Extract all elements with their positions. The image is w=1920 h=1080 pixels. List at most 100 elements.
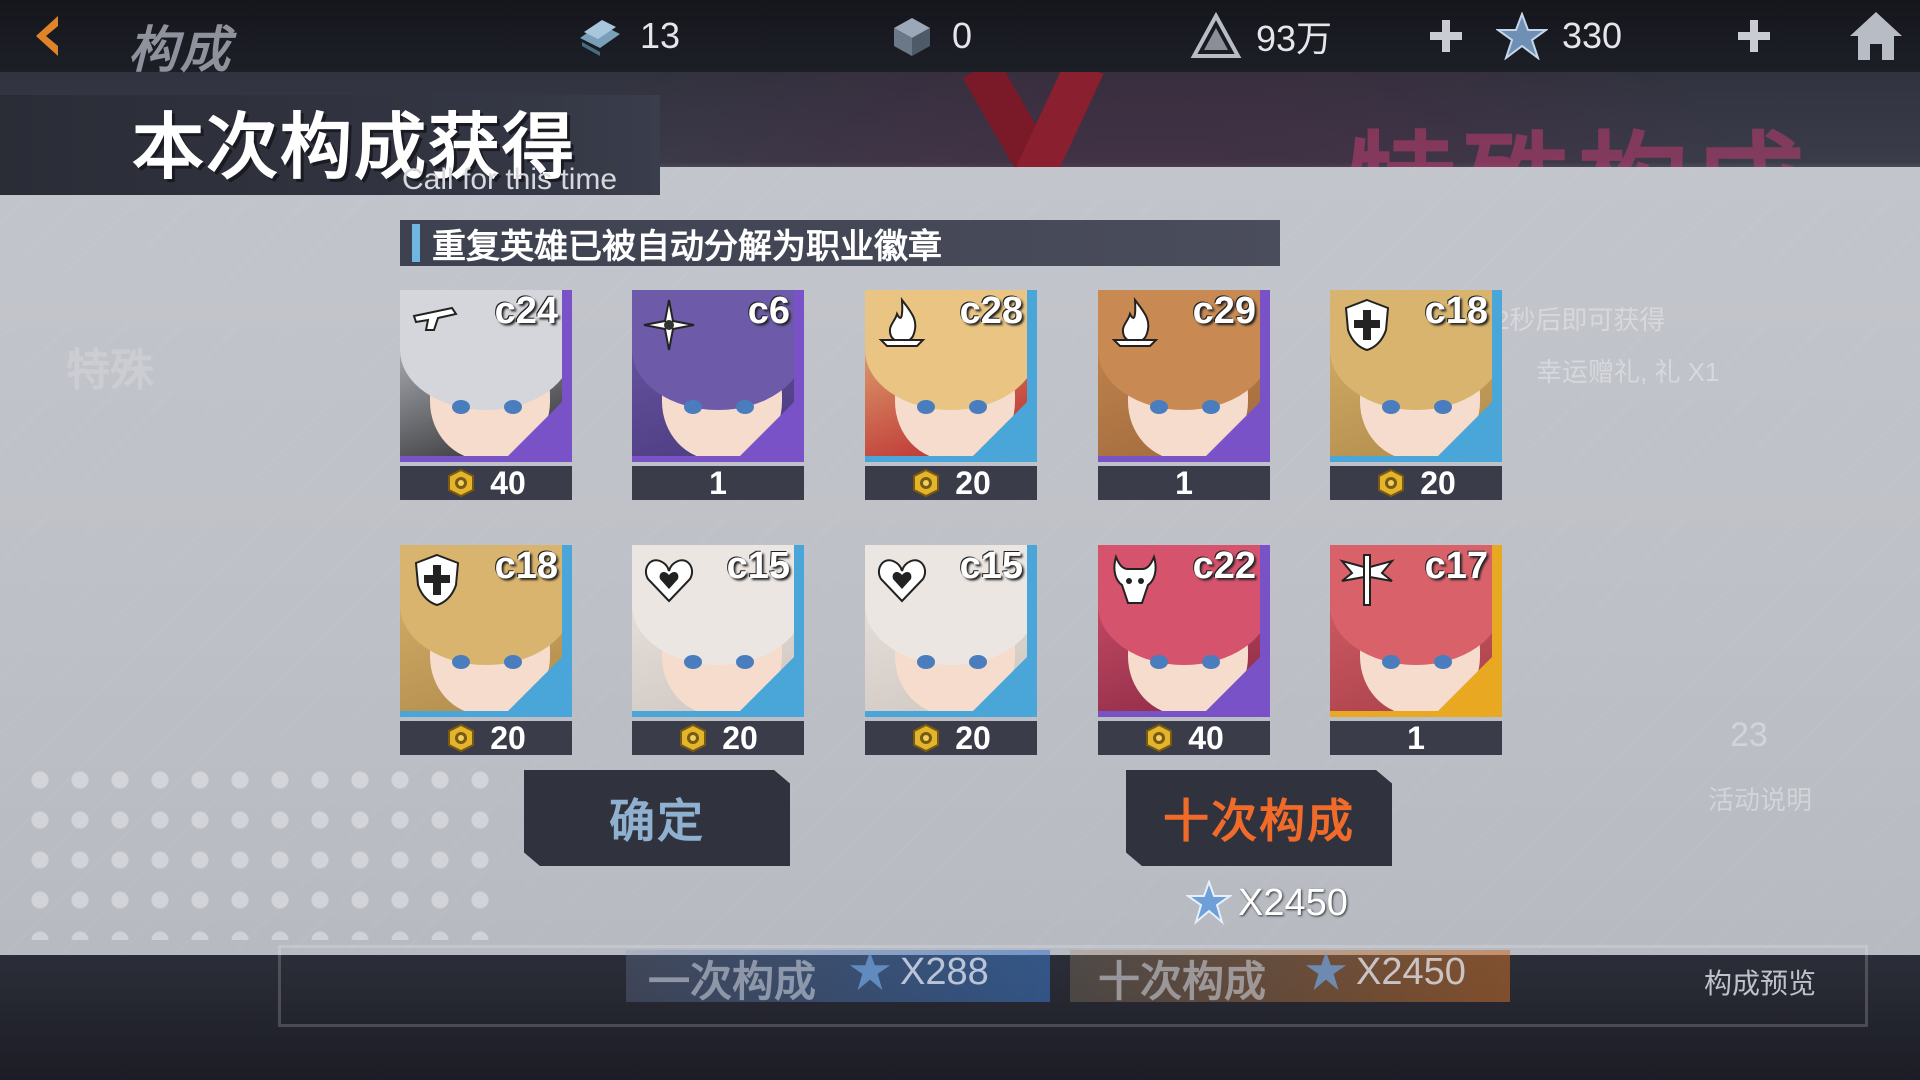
activity-info-ghost: 活动说明	[1708, 785, 1813, 815]
hero-reward-amount: 40	[490, 464, 526, 501]
add-gold-button[interactable]	[1422, 12, 1470, 60]
demon-icon	[1106, 551, 1164, 609]
heart-icon	[873, 551, 931, 609]
resource-value: 13	[640, 15, 681, 56]
hero-code: c15	[959, 545, 1023, 587]
card-stack-icon	[580, 20, 620, 56]
star-crystal-icon	[1496, 12, 1548, 60]
resource-value: 330	[1562, 15, 1623, 56]
ten-call-tab-label: 十次构成	[1098, 958, 1267, 1005]
hero-eye	[1382, 655, 1400, 669]
ten-call-tab-cost-value: X2450	[1356, 950, 1466, 993]
hero-reward-amount: 20	[1420, 464, 1456, 501]
hero-code: c22	[1192, 545, 1256, 587]
ten-call-tab-cost: X2450	[1304, 950, 1466, 994]
hero-reward-amount: 20	[955, 719, 991, 756]
ten-call-cost: X2450	[1186, 880, 1348, 926]
frame-corner	[734, 392, 794, 456]
hero-reward: 1	[632, 465, 804, 501]
gunner-icon	[408, 296, 466, 354]
back-arrow-icon	[36, 16, 58, 56]
plus-icon	[1738, 20, 1770, 52]
hero-card[interactable]: c17 1	[1330, 545, 1502, 757]
page-title: 构成	[128, 22, 232, 78]
star-crystal-icon	[1186, 880, 1232, 925]
frame-corner	[1432, 392, 1492, 456]
notice-text: 重复英雄已被自动分解为职业徽章	[432, 227, 942, 266]
sword-wing-icon	[1338, 551, 1396, 609]
frame-corner	[1200, 392, 1260, 456]
class-badge-icon	[1144, 723, 1174, 753]
hero-reward-amount: 1	[1407, 719, 1425, 756]
single-call-cost-value: X288	[900, 950, 989, 993]
plus-icon	[1430, 20, 1462, 52]
notice-bar: 重复英雄已被自动分解为职业徽章	[400, 220, 1280, 266]
hero-reward-amount: 40	[1188, 719, 1224, 756]
hero-card[interactable]: c18 20	[1330, 290, 1502, 502]
result-subtitle: Call for this time	[402, 163, 618, 196]
hero-eye	[452, 655, 470, 669]
class-badge-icon	[446, 723, 476, 753]
hero-reward-amount: 1	[1175, 464, 1193, 501]
hero-code: c18	[494, 545, 558, 587]
class-badge-icon	[911, 723, 941, 753]
flame-icon	[1106, 296, 1164, 354]
class-badge-icon	[1376, 468, 1406, 498]
hero-eye	[452, 400, 470, 414]
frame-corner	[734, 647, 794, 711]
class-badge-icon	[911, 468, 941, 498]
hero-code: c29	[1192, 290, 1256, 332]
hero-card[interactable]: c28 20	[865, 290, 1037, 502]
hero-eye	[917, 655, 935, 669]
hero-reward-amount: 20	[722, 719, 758, 756]
frame-corner	[967, 647, 1027, 711]
cube-icon	[894, 18, 930, 56]
class-badge-icon	[446, 468, 476, 498]
hero-reward: 1	[1098, 464, 1270, 501]
decor-dot-grid	[20, 760, 490, 940]
hero-card[interactable]: c22 40	[1098, 545, 1270, 757]
resource-value: 93万	[1256, 18, 1333, 59]
frame-corner	[1200, 647, 1260, 711]
single-call-cost: X288	[848, 950, 989, 994]
hero-reward: 1	[1330, 719, 1502, 756]
hero-reward-amount: 20	[490, 719, 526, 756]
home-button[interactable]	[1846, 8, 1906, 64]
preview-button[interactable]: 构成预览	[1704, 962, 1816, 1002]
hero-eye	[1150, 400, 1168, 414]
ten-call-cost-value: X2450	[1238, 881, 1348, 924]
gold-pyramid-icon	[1190, 12, 1242, 58]
hero-code: c15	[726, 545, 790, 587]
back-button[interactable]	[18, 8, 78, 64]
frame-corner	[1432, 647, 1492, 711]
hero-eye	[684, 655, 702, 669]
hero-reward: 20	[632, 719, 804, 756]
frame-corner	[967, 392, 1027, 456]
hero-code: c17	[1424, 545, 1488, 587]
hero-card[interactable]: c15 20	[865, 545, 1037, 757]
hero-card[interactable]: c15 20	[632, 545, 804, 757]
hero-card[interactable]: c18 20	[400, 545, 572, 757]
ten-call-button[interactable]: 十次构成	[1126, 770, 1392, 866]
hero-reward: 20	[1330, 464, 1502, 501]
star-crystal-icon	[849, 951, 891, 991]
flame-icon	[873, 296, 931, 354]
shuriken-icon	[640, 296, 698, 354]
shield-icon	[1338, 296, 1396, 354]
frame-corner	[502, 392, 562, 456]
resource-value: 0	[952, 15, 973, 56]
hero-eye	[684, 400, 702, 414]
hero-reward: 40	[1098, 719, 1270, 756]
event-desc-ghost: 幸运赠礼, 礼 X1	[1536, 357, 1720, 387]
confirm-button[interactable]: 确定	[524, 770, 790, 866]
hero-code: c24	[494, 290, 558, 332]
resource-gold: 93万	[1190, 10, 1332, 62]
calendar-number-ghost: 23	[1730, 716, 1768, 754]
hero-card[interactable]: c6 1	[632, 290, 804, 502]
hero-card[interactable]: c29 1	[1098, 290, 1270, 502]
hero-card[interactable]: c24 40	[400, 290, 572, 502]
add-crystal-button[interactable]	[1730, 12, 1778, 60]
resource-crystal: 330	[1496, 10, 1622, 62]
hero-reward: 40	[400, 464, 572, 501]
heart-icon	[640, 551, 698, 609]
